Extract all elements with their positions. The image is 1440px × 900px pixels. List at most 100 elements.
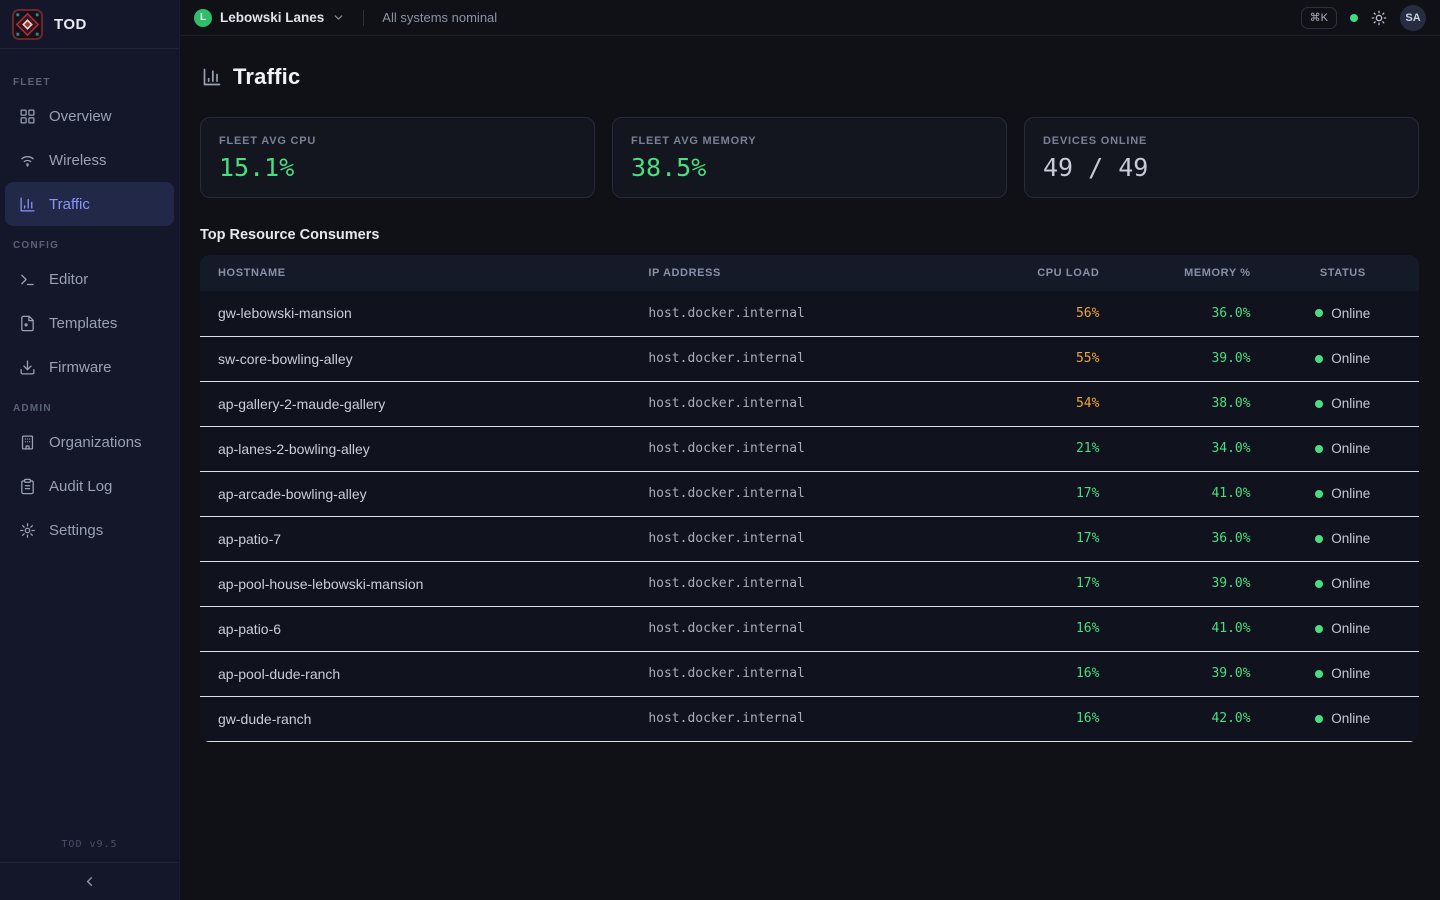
table-row[interactable]: ap-lanes-2-bowling-alley host.docker.int…: [200, 426, 1419, 471]
column-header-hostname: HOSTNAME: [200, 255, 630, 291]
online-status-dot: [1315, 535, 1323, 543]
sidebar-item-firmware[interactable]: Firmware: [5, 345, 174, 389]
status-label: Online: [1331, 621, 1370, 636]
cpu-load-cell: 16%: [969, 696, 1115, 741]
resource-table: HOSTNAMEIP ADDRESSCPU LOADMEMORY %STATUS…: [200, 255, 1419, 742]
page-header: Traffic: [202, 64, 1419, 90]
online-status-dot: [1315, 715, 1323, 723]
download-icon: [19, 359, 36, 376]
cpu-load-cell: 16%: [969, 651, 1115, 696]
sidebar-item-traffic[interactable]: Traffic: [5, 182, 174, 226]
hostname-cell: ap-pool-house-lebowski-mansion: [200, 561, 630, 606]
status-cell: Online: [1267, 471, 1419, 516]
status-cell: Online: [1267, 291, 1419, 336]
stat-cards: FLEET AVG CPU 15.1% FLEET AVG MEMORY 38.…: [200, 117, 1419, 198]
column-header-cpu-load: CPU LOAD: [969, 255, 1115, 291]
sidebar-item-overview[interactable]: Overview: [5, 94, 174, 138]
chevron-left-icon: [82, 874, 97, 889]
column-header-ip-address: IP ADDRESS: [630, 255, 969, 291]
chevron-down-icon: [332, 11, 345, 24]
ip-address-cell: host.docker.internal: [630, 336, 969, 381]
sidebar-item-wireless[interactable]: Wireless: [5, 138, 174, 182]
sidebar-item-label: Templates: [49, 315, 117, 332]
nav-section-label: FLEET: [0, 63, 179, 94]
stat-card-label: DEVICES ONLINE: [1043, 135, 1400, 147]
table-header-row: HOSTNAMEIP ADDRESSCPU LOADMEMORY %STATUS: [200, 255, 1419, 291]
status-label: Online: [1331, 531, 1370, 546]
memory-cell: 34.0%: [1115, 426, 1266, 471]
system-status-text: All systems nominal: [382, 10, 497, 25]
online-status-dot: [1315, 309, 1323, 317]
clipboard-icon: [19, 478, 36, 495]
terminal-icon: [19, 271, 36, 288]
memory-cell: 42.0%: [1115, 696, 1266, 741]
sidebar-nav: FLEETOverview Wireless TrafficCONFIG Editor…: [0, 49, 179, 823]
sidebar-item-label: Wireless: [49, 152, 107, 169]
topbar: L Lebowski Lanes All systems nominal ⌘K …: [180, 0, 1440, 36]
sidebar: TOD FLEETOverviewWirelessTrafficCONFIGEd…: [0, 0, 180, 900]
cpu-load-cell: 21%: [969, 426, 1115, 471]
ip-address-cell: host.docker.internal: [630, 381, 969, 426]
page-content: Traffic FLEET AVG CPU 15.1% FLEET AVG ME…: [180, 36, 1440, 900]
sidebar-item-settings[interactable]: Settings: [5, 508, 174, 552]
status-label: Online: [1331, 576, 1370, 591]
hostname-cell: ap-lanes-2-bowling-alley: [200, 426, 630, 471]
status-label: Online: [1331, 486, 1370, 501]
table-row[interactable]: gw-dude-ranch host.docker.internal 16% 4…: [200, 696, 1419, 741]
column-header-status: STATUS: [1267, 255, 1419, 291]
ip-address-cell: host.docker.internal: [630, 606, 969, 651]
nav-section-label: CONFIG: [0, 226, 179, 257]
theme-toggle-button[interactable]: [1371, 10, 1387, 26]
ip-address-cell: host.docker.internal: [630, 696, 969, 741]
stat-card-value: 38.5%: [631, 153, 988, 182]
cpu-load-cell: 16%: [969, 606, 1115, 651]
table-row[interactable]: sw-core-bowling-alley host.docker.intern…: [200, 336, 1419, 381]
user-avatar[interactable]: SA: [1400, 5, 1426, 31]
connection-status-dot: [1350, 14, 1358, 22]
sidebar-footer: TOD v9.5: [0, 823, 179, 900]
status-label: Online: [1331, 666, 1370, 681]
app-version: TOD v9.5: [0, 829, 179, 862]
org-selector[interactable]: L Lebowski Lanes: [194, 9, 345, 27]
status-label: Online: [1331, 351, 1370, 366]
ip-address-cell: host.docker.internal: [630, 291, 969, 336]
sidebar-item-label: Editor: [49, 271, 88, 288]
command-palette-button[interactable]: ⌘K: [1301, 7, 1337, 29]
hostname-cell: gw-lebowski-mansion: [200, 291, 630, 336]
table-row[interactable]: ap-pool-house-lebowski-mansion host.dock…: [200, 561, 1419, 606]
cpu-load-cell: 55%: [969, 336, 1115, 381]
memory-cell: 36.0%: [1115, 516, 1266, 561]
online-status-dot: [1315, 625, 1323, 633]
status-label: Online: [1331, 306, 1370, 321]
status-cell: Online: [1267, 426, 1419, 471]
sidebar-item-organizations[interactable]: Organizations: [5, 420, 174, 464]
sidebar-collapse-button[interactable]: [0, 862, 179, 900]
sidebar-item-label: Audit Log: [49, 478, 112, 495]
table-row[interactable]: ap-patio-6 host.docker.internal 16% 41.0…: [200, 606, 1419, 651]
sidebar-item-editor[interactable]: Editor: [5, 257, 174, 301]
table-row[interactable]: ap-gallery-2-maude-gallery host.docker.i…: [200, 381, 1419, 426]
sidebar-item-label: Organizations: [49, 434, 142, 451]
cpu-load-cell: 56%: [969, 291, 1115, 336]
table-row[interactable]: ap-patio-7 host.docker.internal 17% 36.0…: [200, 516, 1419, 561]
memory-cell: 36.0%: [1115, 291, 1266, 336]
table-row[interactable]: ap-pool-dude-ranch host.docker.internal …: [200, 651, 1419, 696]
file-icon: [19, 315, 36, 332]
status-cell: Online: [1267, 516, 1419, 561]
sidebar-item-templates[interactable]: Templates: [5, 301, 174, 345]
stat-card-label: FLEET AVG MEMORY: [631, 135, 988, 147]
grid-icon: [19, 108, 36, 125]
sidebar-item-audit-log[interactable]: Audit Log: [5, 464, 174, 508]
hostname-cell: gw-dude-ranch: [200, 696, 630, 741]
status-cell: Online: [1267, 606, 1419, 651]
online-status-dot: [1315, 580, 1323, 588]
gear-icon: [19, 522, 36, 539]
table-row[interactable]: gw-lebowski-mansion host.docker.internal…: [200, 291, 1419, 336]
memory-cell: 38.0%: [1115, 381, 1266, 426]
table-row[interactable]: ap-arcade-bowling-alley host.docker.inte…: [200, 471, 1419, 516]
memory-cell: 39.0%: [1115, 651, 1266, 696]
ip-address-cell: host.docker.internal: [630, 471, 969, 516]
online-status-dot: [1315, 355, 1323, 363]
ip-address-cell: host.docker.internal: [630, 516, 969, 561]
bar-chart-icon: [19, 196, 36, 213]
